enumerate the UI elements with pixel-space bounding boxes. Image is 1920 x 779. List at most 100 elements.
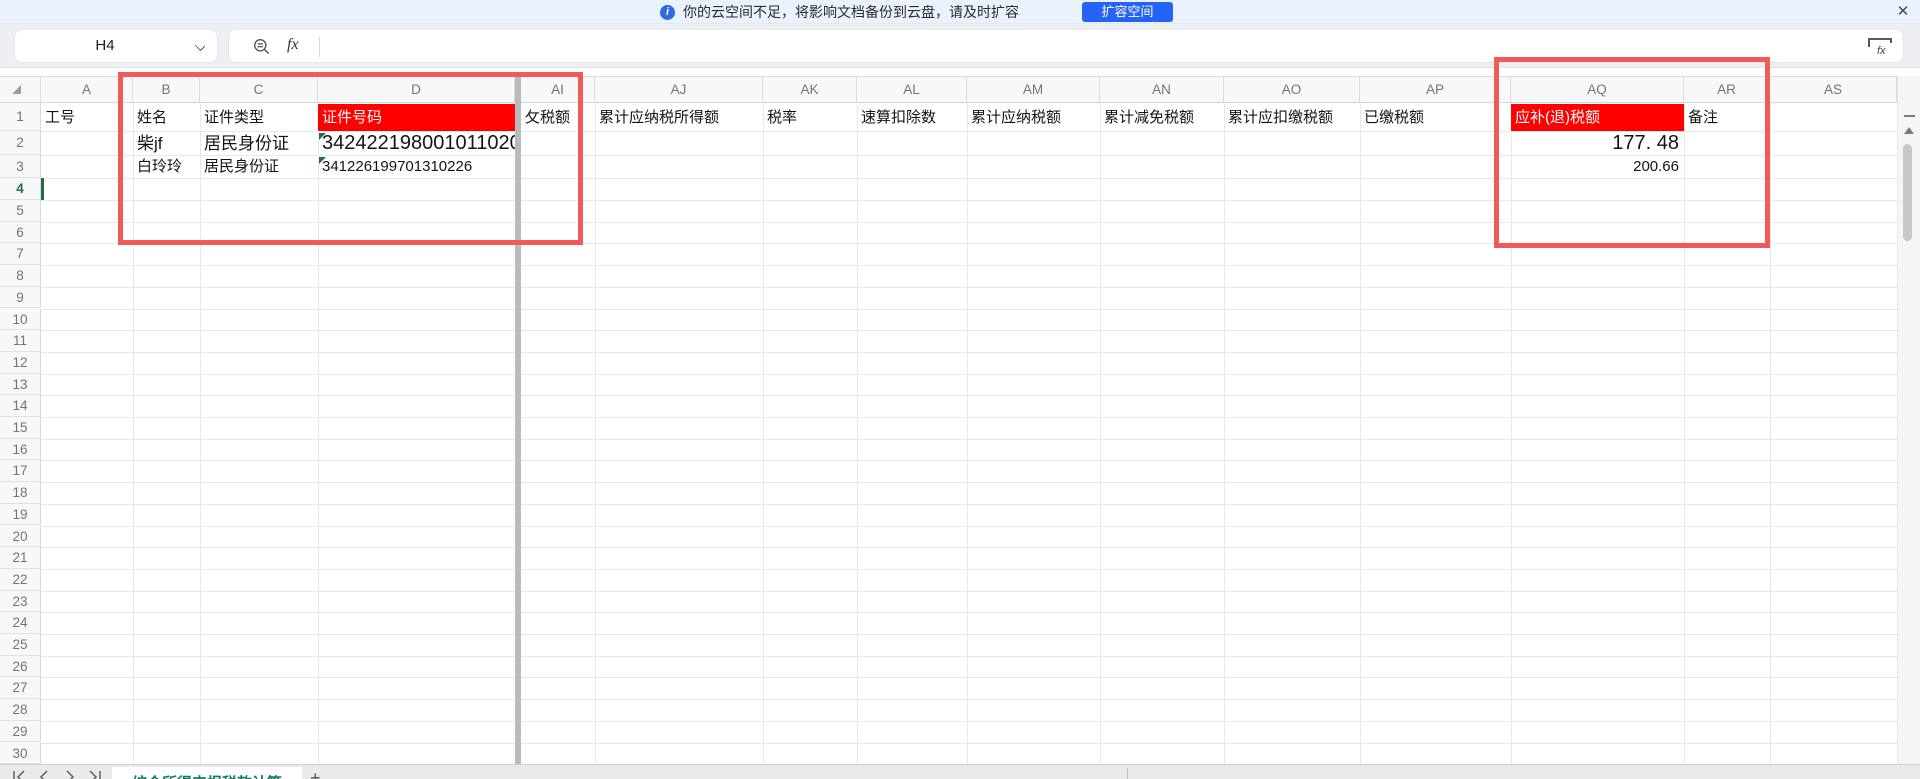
- divider: [319, 37, 320, 57]
- row-header-27[interactable]: 27: [0, 677, 41, 700]
- name-box[interactable]: H4: [14, 29, 218, 63]
- sheet-tab-active[interactable]: 综合所得申报税款计算: [112, 767, 302, 779]
- gridline: [1897, 103, 1898, 764]
- column-header-AN[interactable]: AN: [1100, 76, 1224, 103]
- sheet-grid: A B C D AI AJ AK AL AM AN AO AP AQ AR AS 1 2 3 4 5 6 7 8 9 10 11 1…: [0, 68, 1920, 764]
- row-header-1[interactable]: 1: [0, 103, 41, 131]
- column-header-AQ[interactable]: AQ: [1511, 76, 1684, 103]
- cell-C3[interactable]: 居民身份证: [200, 156, 318, 178]
- cell-AL1[interactable]: 速算扣除数: [857, 104, 967, 131]
- row-header-11[interactable]: 11: [0, 330, 41, 352]
- cell-D3[interactable]: 341226199701310226: [318, 156, 515, 178]
- row-header-26[interactable]: 26: [0, 655, 41, 678]
- cell-AQ3[interactable]: 200.66: [1511, 156, 1684, 178]
- cell-D1[interactable]: 证件号码: [318, 104, 515, 131]
- scrollbar-thumb[interactable]: [1903, 144, 1912, 241]
- row-header-30[interactable]: 30: [0, 742, 41, 764]
- row-header-4[interactable]: 4: [0, 178, 41, 200]
- column-header-AK[interactable]: AK: [763, 76, 857, 103]
- row-header-19[interactable]: 19: [0, 503, 41, 526]
- column-header-AO[interactable]: AO: [1224, 76, 1360, 103]
- cell-AP1[interactable]: 已缴税额: [1360, 104, 1511, 131]
- row-header-10[interactable]: 10: [0, 308, 41, 331]
- gridline: [41, 612, 1897, 614]
- cell-AM1[interactable]: 累计应纳税额: [967, 104, 1100, 131]
- row-header-8[interactable]: 8: [0, 265, 41, 287]
- insert-function-icon[interactable]: fx: [287, 36, 299, 54]
- gridline: [41, 351, 1897, 353]
- column-header-AM[interactable]: AM: [967, 76, 1100, 103]
- gridline: [41, 286, 1897, 288]
- cell-D2[interactable]: 342422198001011020: [318, 132, 515, 155]
- row-header-23[interactable]: 23: [0, 590, 41, 613]
- cell-AJ1[interactable]: 累计应纳税所得额: [595, 104, 763, 131]
- gridline: [41, 395, 1897, 397]
- row-header-3[interactable]: 3: [0, 155, 41, 178]
- row-header-18[interactable]: 18: [0, 482, 41, 504]
- row-header-22[interactable]: 22: [0, 568, 41, 591]
- column-header-AI[interactable]: AI: [521, 76, 595, 103]
- row-header-6[interactable]: 6: [0, 221, 41, 244]
- row-header-9[interactable]: 9: [0, 286, 41, 309]
- row-header-13[interactable]: 13: [0, 373, 41, 396]
- cell-AR1[interactable]: 备注: [1684, 104, 1770, 131]
- cell-AN1[interactable]: 累计减免税额: [1100, 104, 1224, 131]
- gridline: [41, 634, 1897, 635]
- row-header-14[interactable]: 14: [0, 395, 41, 417]
- gridline: [41, 178, 1897, 179]
- row-header-24[interactable]: 24: [0, 612, 41, 634]
- sheet-nav-arrows[interactable]: [10, 768, 110, 779]
- chevron-down-icon[interactable]: [194, 40, 206, 52]
- row-header-29[interactable]: 29: [0, 720, 41, 743]
- row-header-17[interactable]: 17: [0, 460, 41, 483]
- column-header-AR[interactable]: AR: [1684, 76, 1770, 103]
- column-header-AL[interactable]: AL: [857, 76, 967, 103]
- row-header-16[interactable]: 16: [0, 438, 41, 461]
- gridline: [41, 482, 1897, 484]
- formula-input[interactable]: [329, 32, 1809, 60]
- row-header-20[interactable]: 20: [0, 525, 41, 548]
- select-all-icon[interactable]: [12, 85, 21, 94]
- cell-AI1[interactable]: 攵税额: [521, 104, 595, 131]
- cell-AQ1[interactable]: 应补(退)税额: [1511, 104, 1684, 131]
- cell-C2[interactable]: 居民身份证: [200, 132, 318, 155]
- cell-AK1[interactable]: 税率: [763, 104, 857, 131]
- column-header-AJ[interactable]: AJ: [595, 76, 763, 103]
- cell-C1[interactable]: 证件类型: [200, 104, 318, 131]
- row-header-25[interactable]: 25: [0, 634, 41, 656]
- cell-B3[interactable]: 白玲玲: [133, 156, 200, 178]
- gridline: [41, 699, 1897, 701]
- close-icon[interactable]: ✕: [1893, 2, 1913, 22]
- cell-B2[interactable]: 柴jf: [133, 132, 200, 155]
- gridline: [200, 103, 201, 764]
- vertical-scrollbar[interactable]: [1897, 76, 1920, 764]
- row-header-12[interactable]: 12: [0, 351, 41, 374]
- column-header-C[interactable]: C: [200, 76, 318, 103]
- row-header-7[interactable]: 7: [0, 243, 41, 266]
- column-header-D[interactable]: D: [318, 76, 515, 103]
- gridline: [41, 590, 1897, 592]
- split-handle-icon[interactable]: [1904, 115, 1915, 117]
- row-header-15[interactable]: 15: [0, 417, 41, 439]
- cell-AQ2[interactable]: 177. 48: [1511, 132, 1684, 155]
- column-header-A[interactable]: A: [41, 76, 133, 103]
- row-header-21[interactable]: 21: [0, 547, 41, 569]
- add-sheet-icon[interactable]: +: [310, 768, 321, 779]
- row-header-5[interactable]: 5: [0, 200, 41, 222]
- hidden-columns-divider[interactable]: [515, 76, 521, 764]
- cell-A1[interactable]: 工号: [41, 104, 133, 131]
- expand-storage-button[interactable]: 扩容空间: [1082, 2, 1173, 22]
- error-marker-icon: [319, 133, 326, 140]
- scroll-up-icon[interactable]: [1904, 127, 1914, 134]
- row-header-28[interactable]: 28: [0, 699, 41, 721]
- cell-B1[interactable]: 姓名: [133, 104, 200, 131]
- gridline: [763, 103, 764, 764]
- column-header-B[interactable]: B: [133, 76, 200, 103]
- column-header-AS[interactable]: AS: [1770, 76, 1897, 103]
- row-header-2[interactable]: 2: [0, 131, 41, 155]
- formula-pane-icon[interactable]: fx: [1867, 37, 1893, 57]
- cell-AO1[interactable]: 累计应扣缴税额: [1224, 104, 1360, 131]
- column-header-AP[interactable]: AP: [1360, 76, 1511, 103]
- spreadsheet-app: i 你的云空间不足，将影响文档备份到云盘，请及时扩容 扩容空间 ✕ H4 fx …: [0, 0, 1920, 779]
- search-icon[interactable]: [253, 38, 271, 56]
